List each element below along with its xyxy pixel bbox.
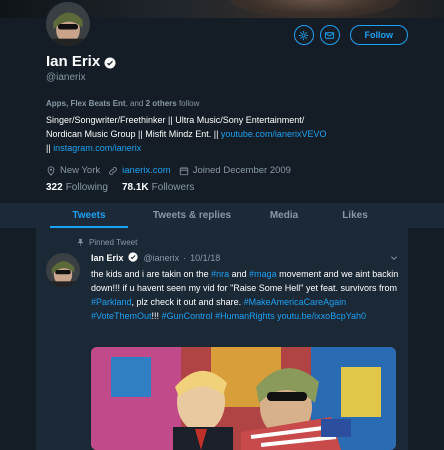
profile-meta: New York ianerix.com Joined December 200…: [46, 165, 299, 176]
instagram-link[interactable]: instagram.com/ianerix: [53, 143, 141, 153]
profile-stats: 322 Following 78.1K Followers: [46, 182, 194, 193]
tweet-text-segment: !!!: [151, 311, 162, 321]
tweet-link[interactable]: #GunControl: [162, 311, 213, 321]
bio-line-3: || instagram.com/ianerix: [46, 141, 436, 155]
chevron-down-icon[interactable]: [390, 254, 398, 262]
pinned-label: Pinned Tweet: [89, 238, 138, 247]
website-link[interactable]: ianerix.com: [122, 165, 171, 176]
profile-name-row: Ian Erix: [46, 53, 116, 70]
bio-line-2: Nordican Music Group || Misfit Mindz Ent…: [46, 127, 436, 141]
tweet-header: Ian Erix @ianerix · 10/1/18: [91, 252, 220, 264]
tweet-separator: ·: [183, 253, 187, 263]
website-item: ianerix.com: [108, 165, 171, 176]
tweet-link[interactable]: #HumanRights: [215, 311, 275, 321]
tab-tweets-replies[interactable]: Tweets & replies: [142, 203, 242, 228]
profile-bio: Singer/Songwriter/Freethinker || Ultra M…: [46, 113, 436, 155]
tweet-text: the kids and i are takin on the #nra and…: [91, 267, 399, 323]
profile-name: Ian Erix: [46, 53, 101, 70]
tweet-text-segment: and: [229, 269, 250, 279]
profile-tabs: Tweets Tweets & replies Media Likes: [0, 203, 444, 228]
bio-line-1: Singer/Songwriter/Freethinker || Ultra M…: [46, 115, 305, 125]
tweet-handle[interactable]: @ianerix: [144, 253, 180, 263]
bio-text: Nordican Music Group || Misfit Mindz Ent…: [46, 129, 221, 139]
profile-avatar[interactable]: [44, 0, 92, 48]
tweet-link[interactable]: youtu.be/ixxoBcpYah0: [277, 311, 366, 321]
tweet-text-segment: , plz check it out and share.: [131, 297, 244, 307]
tab-tweets[interactable]: Tweets: [36, 203, 142, 228]
location-text: New York: [60, 165, 101, 176]
following-number: 322: [46, 182, 63, 193]
calendar-icon: [179, 166, 188, 175]
profile-handle: @ianerix: [46, 72, 86, 83]
tweet-link[interactable]: #Parkland: [91, 297, 132, 307]
followed-by-names: Apps, Flex Beats Ent: [46, 99, 126, 108]
pin-icon: [77, 238, 84, 246]
verified-badge-icon: [104, 56, 116, 68]
following-label: Following: [65, 182, 108, 193]
followers-count[interactable]: 78.1K Followers: [122, 182, 194, 193]
joined-text: Joined December 2009: [192, 165, 291, 176]
tweet-media[interactable]: [91, 347, 396, 450]
followed-by-suffix: follow: [176, 99, 200, 108]
follow-button[interactable]: Follow: [349, 25, 408, 45]
tweet-link[interactable]: #maga: [249, 269, 277, 279]
followed-by-line[interactable]: Apps, Flex Beats Ent, and 2 others follo…: [46, 99, 199, 108]
location-item: New York: [46, 165, 100, 176]
mail-icon[interactable]: [319, 25, 340, 45]
tweet-link[interactable]: #MakeAmericaCareAgain: [244, 297, 347, 307]
tweet-avatar[interactable]: [46, 253, 80, 287]
joined-item: Joined December 2009: [179, 165, 291, 176]
tab-likes[interactable]: Likes: [326, 203, 384, 228]
tweet-author[interactable]: Ian Erix: [91, 253, 124, 263]
tweet-text-segment: the kids and i are takin on the: [91, 269, 212, 279]
tweet-link[interactable]: #VoteThemOut: [91, 311, 152, 321]
tweet-date[interactable]: 10/1/18: [190, 253, 220, 263]
link-icon: [109, 166, 117, 175]
location-pin-icon: [47, 165, 55, 176]
followed-by-others: 2 others: [145, 99, 177, 108]
tab-media[interactable]: Media: [242, 203, 326, 228]
followers-label: Followers: [151, 182, 195, 193]
verified-badge-icon: [127, 252, 140, 264]
tweet-text-segment: [346, 297, 349, 307]
following-count[interactable]: 322 Following: [46, 182, 108, 193]
pinned-label-row: Pinned Tweet: [76, 238, 137, 247]
followers-number: 78.1K: [121, 182, 149, 193]
gear-icon[interactable]: [293, 25, 314, 45]
youtube-link[interactable]: youtube.com/ianerixVEVO: [221, 129, 327, 139]
tweet-link[interactable]: #nra: [211, 269, 229, 279]
followed-by-middle: , and: [125, 99, 146, 108]
